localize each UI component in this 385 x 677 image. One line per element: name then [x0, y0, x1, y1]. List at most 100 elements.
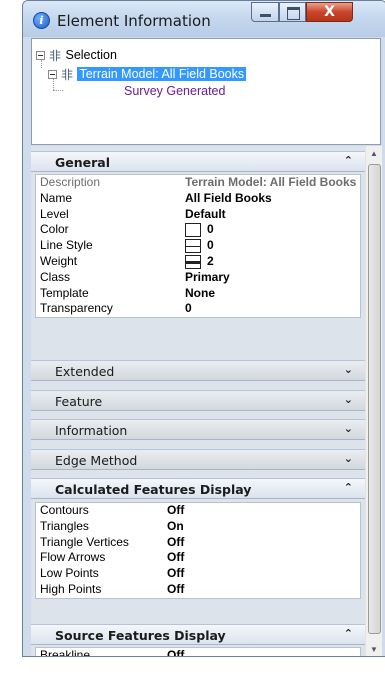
selection-tree: ⾮ Selection ⾮ Terrain Model: All Field B… — [31, 38, 381, 145]
property-value[interactable]: Off — [167, 535, 343, 551]
property-value[interactable]: Primary — [185, 270, 361, 286]
property-value[interactable]: Off — [167, 648, 343, 656]
property-value[interactable]: Off — [167, 566, 343, 582]
property-name: Name — [40, 190, 73, 205]
property-name: High Points — [40, 581, 102, 596]
chevron-down-icon[interactable]: ⌄ — [344, 452, 353, 465]
chevron-up-icon[interactable]: ⌃ — [344, 627, 353, 640]
section-header-calculated-features[interactable]: Calculated Features Display ⌃ — [31, 478, 365, 499]
element-information-window: i Element Information X ⾮ Selection ⾮ Te… — [22, 0, 385, 657]
property-name: Low Points — [40, 566, 99, 581]
chevron-down-icon[interactable]: ⌄ — [344, 422, 353, 435]
property-value-line-style[interactable]: 0 — [185, 238, 361, 254]
collapse-toggle-icon[interactable] — [48, 70, 57, 80]
property-name: Contours — [40, 503, 89, 517]
section-header-source-features[interactable]: Source Features Display ⌃ — [31, 624, 365, 645]
section-title: Information — [55, 423, 128, 438]
table-row[interactable]: Color 0 — [36, 222, 360, 238]
table-row[interactable]: Template None — [36, 286, 360, 302]
properties-panel: General ⌃ Description Terrain Model: All… — [31, 146, 365, 657]
general-properties-table: Description Terrain Model: All Field Boo… — [35, 174, 361, 319]
section-header-information[interactable]: Information ⌄ — [31, 419, 365, 440]
line-style-value: 0 — [207, 238, 214, 253]
source-features-table: Breakline Off — [35, 647, 361, 657]
property-name: Color — [40, 222, 69, 237]
vertical-scrollbar[interactable]: ▲ ▼ — [365, 146, 382, 656]
tree-node-survey-generated[interactable]: Survey Generated — [124, 83, 225, 99]
table-row[interactable]: Level Default — [36, 207, 360, 223]
minimize-button[interactable] — [251, 2, 279, 22]
chevron-down-icon[interactable]: ⌄ — [344, 393, 353, 406]
table-row[interactable]: Contours Off — [36, 503, 360, 519]
weight-value: 2 — [207, 253, 214, 268]
section-title: Feature — [55, 394, 103, 409]
table-row[interactable]: Triangle Vertices Off — [36, 535, 360, 551]
table-row: Description Terrain Model: All Field Boo… — [36, 175, 360, 191]
tree-node-selection[interactable]: ⾮ Selection — [36, 47, 117, 63]
property-value[interactable]: Off — [167, 550, 343, 566]
section-header-extended[interactable]: Extended ⌄ — [31, 360, 365, 381]
property-value[interactable]: None — [185, 286, 361, 302]
tree-node-label: Selection — [65, 48, 117, 62]
table-row[interactable]: Class Primary — [36, 270, 360, 286]
tree-node-label: Terrain Model: All Field Books — [77, 67, 247, 81]
chevron-down-icon[interactable]: ⌄ — [344, 363, 353, 376]
property-name: Template — [40, 285, 89, 300]
table-row[interactable]: Line Style 0 — [36, 238, 360, 254]
title-bar[interactable]: i Element Information X — [23, 1, 385, 37]
property-value-weight[interactable]: 2 — [185, 254, 361, 270]
table-row[interactable]: Transparency 0 — [36, 301, 360, 317]
property-name: Weight — [40, 253, 78, 268]
close-button[interactable]: X — [306, 2, 353, 22]
section-title: Extended — [55, 364, 115, 379]
tree-node-icon: ⾮ — [60, 67, 73, 82]
section-title: Source Features Display — [55, 628, 226, 643]
chevron-up-icon[interactable]: ⌃ — [344, 154, 353, 167]
section-header-general[interactable]: General ⌃ — [31, 151, 365, 172]
scroll-down-arrow-icon[interactable]: ▼ — [366, 642, 382, 656]
property-name: Line Style — [40, 238, 93, 253]
property-value[interactable]: Off — [167, 503, 343, 519]
property-name: Class — [40, 269, 71, 284]
property-name: Breakline — [40, 648, 91, 657]
tree-node-label: Survey Generated — [124, 84, 226, 98]
collapse-toggle-icon[interactable] — [36, 51, 45, 61]
property-name: Level — [40, 206, 69, 221]
section-header-edge-method[interactable]: Edge Method ⌄ — [31, 449, 365, 470]
info-icon: i — [33, 12, 50, 29]
maximize-button[interactable] — [279, 2, 306, 22]
property-name: Triangle Vertices — [40, 534, 129, 549]
property-value: Terrain Model: All Field Books — [185, 175, 357, 189]
property-value[interactable]: On — [167, 519, 343, 535]
tree-connector — [53, 90, 63, 91]
property-name: Flow Arrows — [40, 550, 106, 565]
tree-node-icon: ⾮ — [48, 48, 61, 63]
table-row[interactable]: Low Points Off — [36, 566, 360, 582]
line-style-icon — [185, 239, 201, 254]
line-weight-icon — [185, 254, 201, 269]
property-value[interactable]: Default — [185, 207, 361, 223]
window-title: Element Information — [57, 12, 211, 30]
scrollbar-thumb[interactable] — [368, 164, 381, 634]
property-value-color[interactable]: 0 — [185, 222, 361, 238]
property-value[interactable]: Off — [167, 582, 343, 598]
property-value[interactable]: 0 — [185, 301, 361, 317]
chevron-up-icon[interactable]: ⌃ — [344, 481, 353, 494]
tree-node-terrain-model[interactable]: ⾮ Terrain Model: All Field Books — [48, 66, 247, 82]
color-value: 0 — [207, 222, 214, 237]
table-row[interactable]: Name All Field Books — [36, 191, 360, 207]
section-header-feature[interactable]: Feature ⌄ — [31, 390, 365, 411]
section-title: Calculated Features Display — [55, 482, 252, 497]
calculated-features-table: Contours Off Triangles On Triangle Verti… — [35, 502, 361, 599]
table-row[interactable]: Flow Arrows Off — [36, 550, 360, 566]
table-row[interactable]: High Points Off — [36, 582, 360, 598]
table-row[interactable]: Triangles On — [36, 519, 360, 535]
scroll-up-arrow-icon[interactable]: ▲ — [366, 146, 382, 162]
property-name: Description — [40, 175, 101, 189]
property-name: Transparency — [40, 301, 113, 316]
section-title: General — [55, 155, 110, 170]
table-row[interactable]: Breakline Off — [36, 648, 360, 657]
table-row[interactable]: Weight 2 — [36, 254, 360, 270]
property-value[interactable]: All Field Books — [185, 191, 361, 207]
color-swatch-icon — [185, 223, 201, 238]
